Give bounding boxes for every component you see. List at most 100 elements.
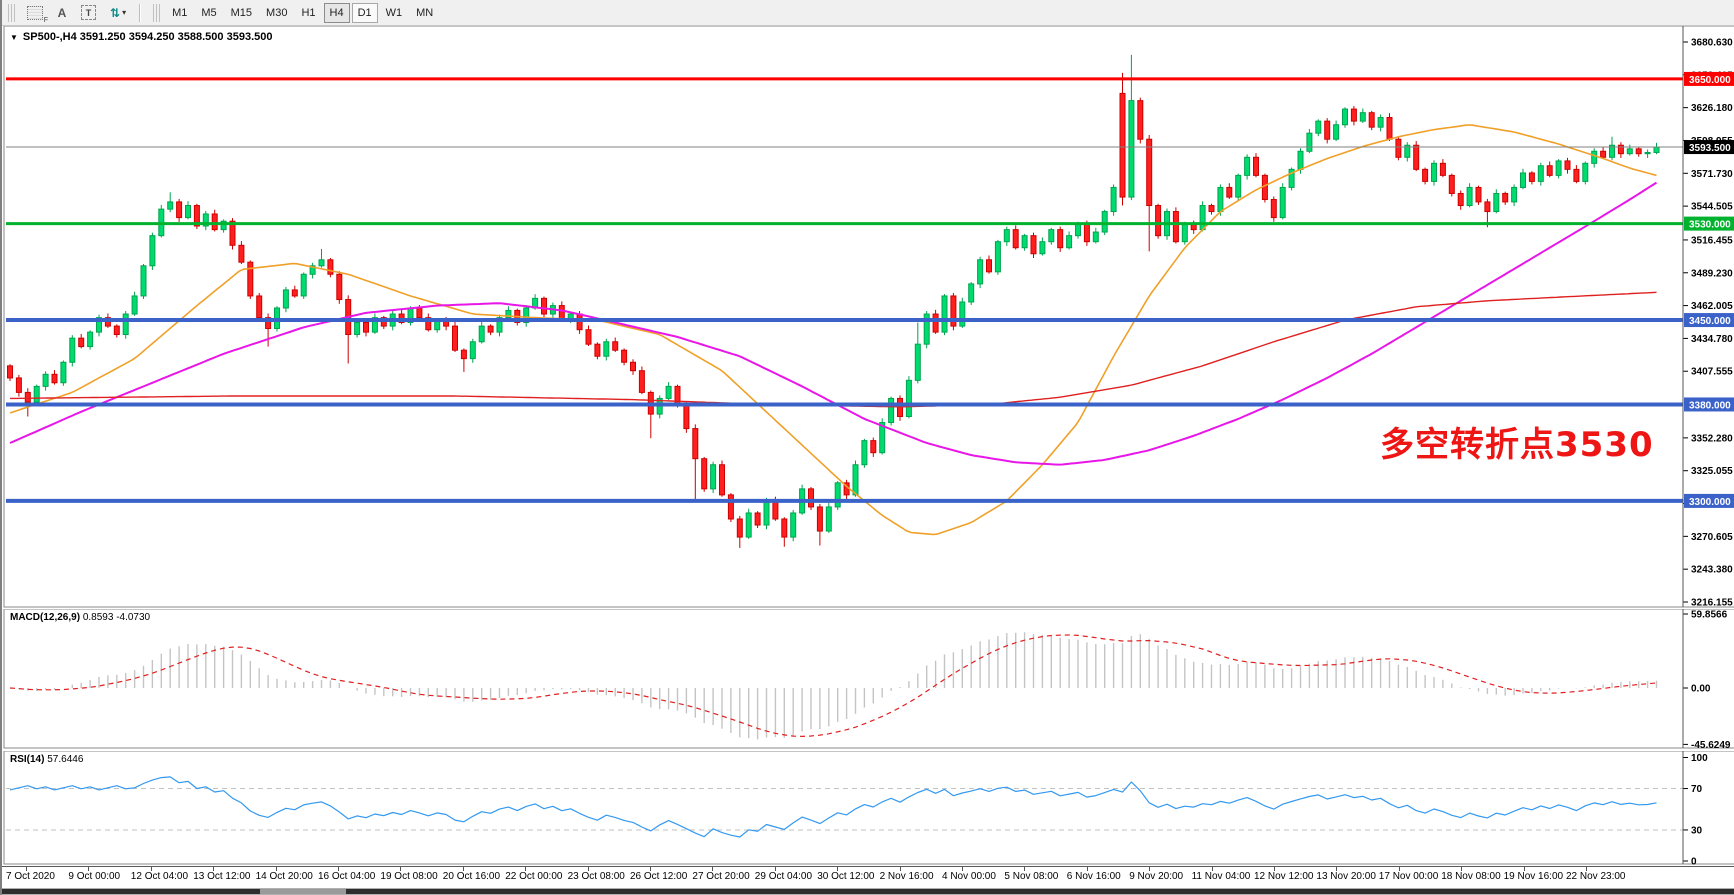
- candle-body: [1013, 230, 1018, 248]
- rsi-tick-label: 0: [1691, 857, 1697, 866]
- candle-body: [150, 236, 155, 266]
- candle-body: [337, 274, 342, 299]
- timeframe-button-m15[interactable]: M15: [225, 3, 258, 23]
- candle-body: [791, 513, 796, 537]
- candle-body: [1601, 151, 1606, 157]
- timeframe-button-m1[interactable]: M1: [166, 3, 193, 23]
- candle-body: [720, 465, 725, 495]
- candle-body: [1280, 187, 1285, 217]
- price-tick-label: 3462.005: [1691, 301, 1733, 312]
- candle-body: [1200, 206, 1205, 230]
- candle-body: [915, 344, 920, 380]
- time-axis[interactable]: 7 Oct 20209 Oct 00:0012 Oct 04:0013 Oct …: [2, 866, 1734, 889]
- candle-body: [25, 392, 30, 402]
- timeframe-button-h1[interactable]: H1: [295, 3, 321, 23]
- main-price-chart[interactable]: 3680.6303653.4053626.1803598.9553571.730…: [2, 26, 1734, 608]
- candle-body: [666, 386, 671, 398]
- candle-body: [604, 342, 609, 356]
- price-tick-label: 3571.730: [1691, 169, 1733, 180]
- candle-body: [132, 296, 137, 314]
- candle-body: [1307, 133, 1312, 151]
- price-tick-label: 3407.555: [1691, 367, 1733, 378]
- toolbar-grip[interactable]: [153, 4, 161, 22]
- candle-body: [1245, 157, 1250, 175]
- date-label: 6 Nov 16:00: [1067, 871, 1121, 882]
- price-tick-label: 3243.380: [1691, 565, 1733, 576]
- timeframe-button-w1[interactable]: W1: [380, 3, 409, 23]
- macd-tick-label: 59.8566: [1691, 610, 1728, 621]
- candle-body: [809, 489, 814, 507]
- candle-body: [1209, 206, 1214, 212]
- macd-panel[interactable]: 59.85660.00-45.6249: [2, 609, 1734, 749]
- timeframe-button-m5[interactable]: M5: [195, 3, 222, 23]
- candle-body: [16, 378, 21, 392]
- toolbar-separator: [139, 4, 141, 22]
- candle-body: [1093, 232, 1098, 242]
- candle-body: [355, 322, 360, 334]
- horizontal-scrollbar[interactable]: [2, 888, 1734, 895]
- timeframe-button-d1[interactable]: D1: [352, 3, 378, 23]
- candle-body: [1618, 145, 1623, 153]
- candle-body: [1049, 230, 1054, 242]
- rsi-indicator-label: RSI(14) 57.6446: [10, 754, 83, 765]
- candle-body: [319, 260, 324, 266]
- candle-body: [1654, 147, 1659, 152]
- candle-body: [1102, 212, 1107, 232]
- candle-body: [862, 441, 867, 465]
- trading-terminal-window: F A T ⇅ ▾ M1M5M15M30H1H4D1W1MN ▼SP500-,H…: [0, 0, 1734, 895]
- date-label: 5 Nov 08:00: [1004, 871, 1058, 882]
- scrollbar-thumb[interactable]: [346, 889, 1734, 894]
- candle-body: [737, 519, 742, 537]
- macd-indicator-label: MACD(12,26,9) 0.8593 -4.0730: [10, 612, 150, 623]
- candle-body: [1458, 193, 1463, 205]
- text-tool-button[interactable]: A: [51, 3, 73, 23]
- date-label: 2 Nov 16:00: [880, 871, 934, 882]
- timeframe-button-h4[interactable]: H4: [324, 3, 350, 23]
- price-tick-label: 3216.155: [1691, 597, 1733, 608]
- candle-body: [1138, 101, 1143, 140]
- candle-body: [328, 260, 333, 274]
- candle-body: [622, 350, 627, 362]
- candle-body: [969, 284, 974, 302]
- candle-body: [853, 465, 858, 495]
- candle-body: [1298, 151, 1303, 169]
- candle-body: [639, 371, 644, 393]
- candle-body: [613, 342, 618, 350]
- text-label-tool-button[interactable]: T: [75, 3, 102, 23]
- candle-body: [1120, 93, 1125, 197]
- candle-body: [1467, 187, 1472, 205]
- scrollbar-thumb[interactable]: [2, 889, 260, 894]
- candle-body: [470, 342, 475, 359]
- date-label: 18 Nov 08:00: [1441, 871, 1501, 882]
- timeframe-button-mn[interactable]: MN: [410, 3, 439, 23]
- dropdown-caret-icon: ▾: [122, 8, 126, 17]
- toolbar-grip[interactable]: [8, 4, 16, 22]
- candle-body: [1627, 149, 1632, 154]
- timeframe-button-m30[interactable]: M30: [260, 3, 293, 23]
- candle-body: [301, 274, 306, 296]
- candle-body: [995, 242, 1000, 272]
- candle-body: [1583, 163, 1588, 181]
- candle-body: [1343, 109, 1348, 125]
- candle-body: [168, 202, 173, 209]
- price-badge-label: 3300.000: [1689, 497, 1731, 508]
- candle-body: [1378, 118, 1383, 128]
- date-label: 14 Oct 20:00: [256, 871, 313, 882]
- candle-body: [595, 344, 600, 356]
- chart-shift-icon[interactable]: F: [21, 3, 49, 23]
- candle-body: [186, 206, 191, 218]
- candle-body: [1076, 224, 1081, 236]
- candle-body: [1156, 206, 1161, 236]
- price-tick-label: 3489.230: [1691, 268, 1733, 279]
- candle-body: [1592, 151, 1597, 163]
- candle-body: [239, 245, 244, 262]
- candle-body: [1538, 166, 1543, 182]
- arrows-tool-button[interactable]: ⇅ ▾: [104, 3, 132, 23]
- candle-body: [693, 429, 698, 459]
- candle-body: [177, 202, 182, 218]
- rsi-panel[interactable]: 10070300: [2, 751, 1734, 865]
- candle-body: [631, 362, 636, 370]
- symbol-dropdown-icon[interactable]: ▼: [10, 33, 18, 42]
- price-tick-label: 3516.455: [1691, 235, 1733, 246]
- rsi-tick-label: 30: [1691, 825, 1703, 836]
